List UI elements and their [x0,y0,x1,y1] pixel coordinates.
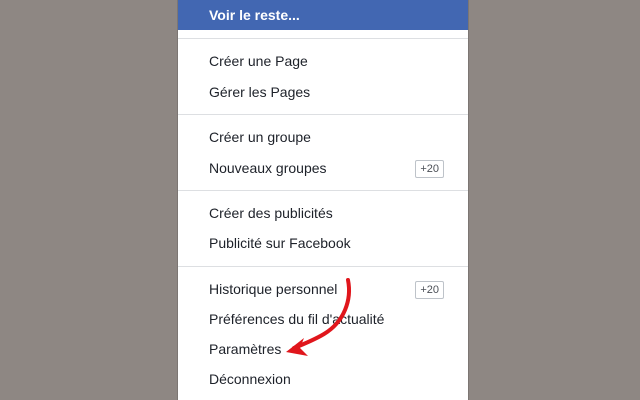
menu-item-create-ads[interactable]: Créer des publicités [178,198,468,228]
count-badge: +20 [415,281,444,299]
menu-item-create-page[interactable]: Créer une Page [178,46,468,76]
see-more-label: Voir le reste... [209,7,300,23]
menu-divider [178,266,468,267]
menu-divider [178,190,468,191]
menu-item-label: Déconnexion [209,371,291,387]
menu-item-label: Paramètres [209,341,282,357]
menu-item-label: Publicité sur Facebook [209,235,351,251]
menu-item-label: Gérer les Pages [209,84,311,100]
menu-item-manage-pages[interactable]: Gérer les Pages [178,77,468,107]
menu-item-logout[interactable]: Déconnexion [178,364,468,394]
menu-item-label: Créer une Page [209,53,308,69]
menu-divider [178,38,468,39]
menu-item-activity-log[interactable]: Historique personnel +20 [178,274,468,304]
menu-item-label: Historique personnel [209,281,338,297]
count-badge: +20 [415,160,444,178]
menu-item-new-groups[interactable]: Nouveaux groupes +20 [178,153,468,183]
menu-item-settings[interactable]: Paramètres [178,334,468,364]
menu-item-create-group[interactable]: Créer un groupe [178,122,468,152]
menu-item-label: Créer un groupe [209,129,311,145]
menu-divider [178,114,468,115]
menu-item-facebook-ads[interactable]: Publicité sur Facebook [178,228,468,258]
menu-item-label: Créer des publicités [209,205,333,221]
menu-item-label: Nouveaux groupes [209,160,327,176]
see-more-button[interactable]: Voir le reste... [178,0,468,30]
account-dropdown-menu: Voir le reste... Créer une Page Gérer le… [178,0,468,400]
menu-item-label: Préférences du fil d'actualité [209,311,385,327]
menu-item-news-feed-preferences[interactable]: Préférences du fil d'actualité [178,304,468,334]
